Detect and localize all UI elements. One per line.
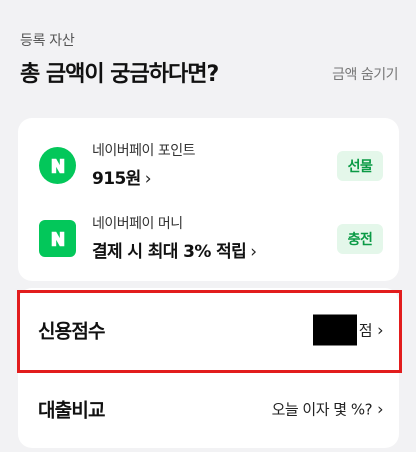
hide-amount-button[interactable]: 금액 숨기기 <box>332 64 398 84</box>
page-title: 총 금액이 궁금하다면? <box>20 62 219 87</box>
naverpay-card: 네이버페이 포인트 915원 › 선물 네이버페이 머니 결제 시 최대 3% 적… <box>18 118 399 281</box>
chevron-right-icon: › <box>377 399 383 419</box>
gift-button[interactable]: 선물 <box>337 151 383 181</box>
naver-n-icon <box>39 147 76 184</box>
naverpay-money-row[interactable]: 네이버페이 머니 결제 시 최대 3% 적립 › 충전 <box>18 210 399 266</box>
naver-n-icon <box>39 220 76 257</box>
highlight-box <box>17 290 402 373</box>
loan-compare-detail[interactable]: 오늘 이자 몇 %? › <box>271 399 384 420</box>
page: 등록 자산 총 금액이 궁금하다면? 금액 숨기기 네이버페이 포인트 915원… <box>0 0 416 452</box>
naver-n-glyph <box>51 231 64 246</box>
naverpay-money-label: 네이버페이 머니 <box>92 216 183 232</box>
charge-button[interactable]: 충전 <box>337 224 383 254</box>
naverpay-money-value[interactable]: 결제 시 최대 3% 적립 › <box>92 237 257 262</box>
money-benefit: 결제 시 최대 3% 적립 <box>92 242 247 262</box>
naverpay-point-label: 네이버페이 포인트 <box>92 143 196 159</box>
loan-compare-row[interactable]: 대출비교 오늘 이자 몇 %? › <box>18 370 399 448</box>
naverpay-point-row[interactable]: 네이버페이 포인트 915원 › 선물 <box>18 137 399 193</box>
loan-compare-title: 대출비교 <box>38 399 106 422</box>
section-overline: 등록 자산 <box>20 33 75 49</box>
loan-interest-prompt: 오늘 이자 몇 %? <box>271 400 373 419</box>
point-amount: 915원 <box>92 169 141 189</box>
naver-n-glyph <box>51 158 64 173</box>
naverpay-point-value[interactable]: 915원 › <box>92 164 152 189</box>
chevron-right-icon: › <box>144 169 152 189</box>
chevron-right-icon: › <box>250 242 257 262</box>
